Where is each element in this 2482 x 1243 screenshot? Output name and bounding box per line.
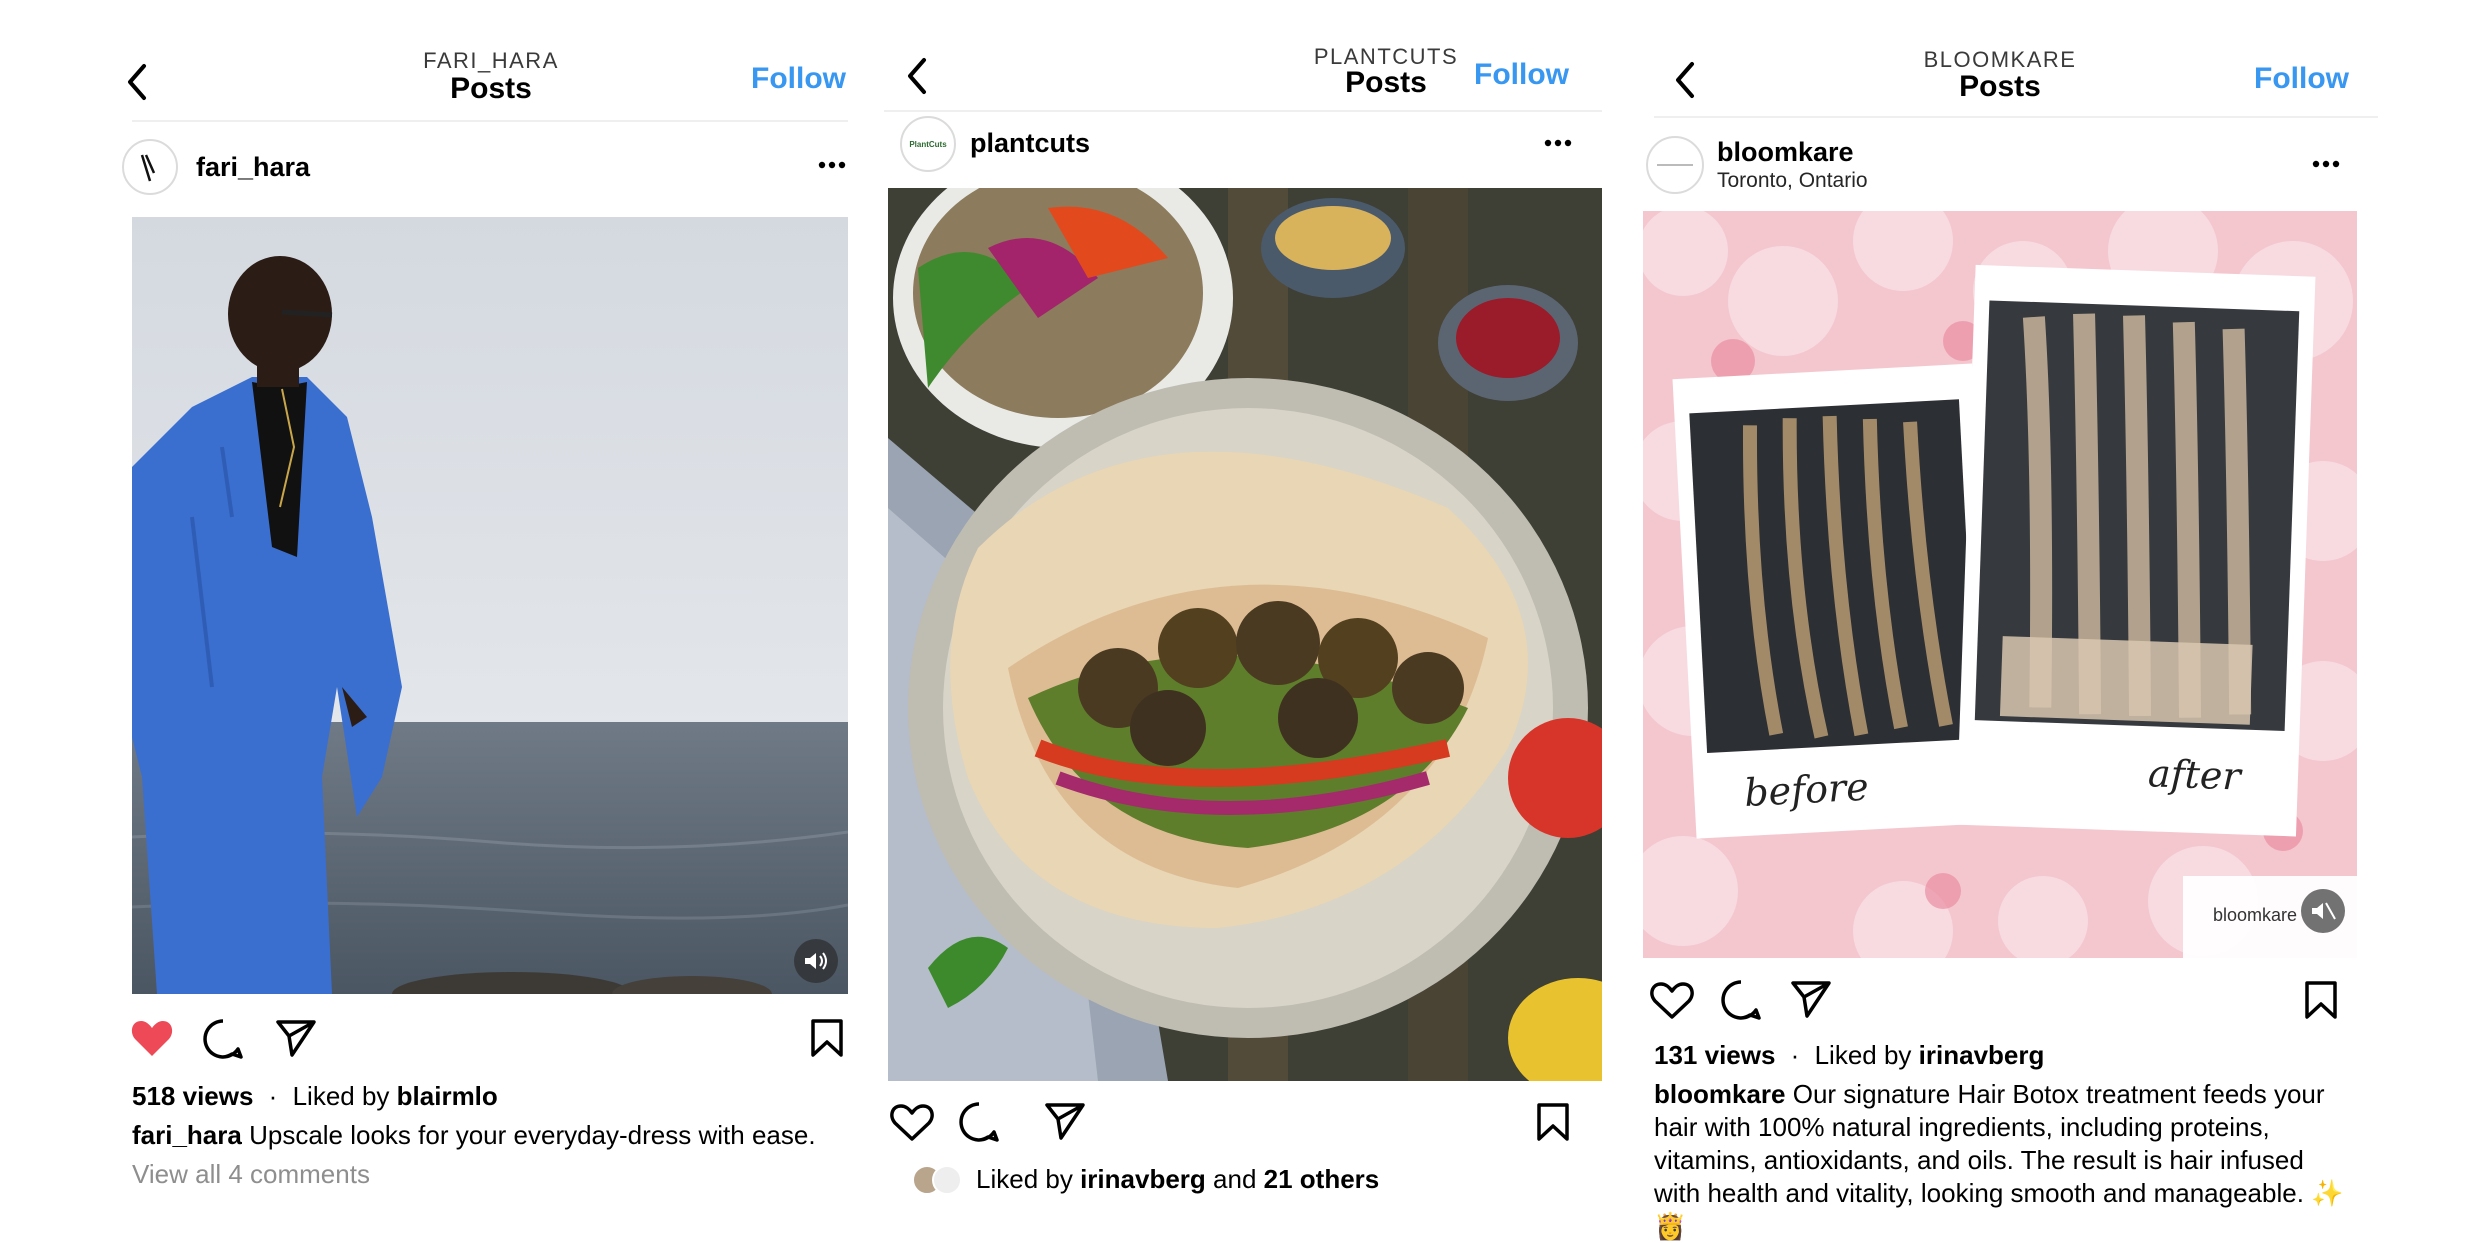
more-horizontal-icon[interactable] [818, 160, 846, 170]
avatar[interactable] [1646, 136, 1704, 194]
liked-by-and: and [1213, 1164, 1257, 1194]
views-count: 518 views [132, 1081, 254, 1111]
post-caption: fari_hara Upscale looks for your everyda… [132, 1119, 848, 1152]
avatar[interactable]: PlantCuts [900, 116, 956, 172]
post-video-frame: before after bloomkare [1643, 211, 2357, 958]
liked-by-avatars [912, 1165, 964, 1195]
mute-glyph [2312, 902, 2336, 920]
after-label: after [2147, 751, 2244, 798]
brand-logo-icon [1657, 164, 1693, 166]
liked-by-user[interactable]: blairmlo [397, 1081, 498, 1111]
follow-button[interactable]: Follow [751, 62, 846, 96]
liked-by-line: Liked by irinavberg and 21 others [976, 1164, 1379, 1195]
heart-icon[interactable] [130, 1018, 174, 1058]
mute-icon[interactable] [2301, 889, 2345, 933]
bookmark-icon[interactable] [2304, 980, 2338, 1020]
page-title: Posts [1959, 70, 2041, 103]
comment-icon[interactable] [202, 1018, 244, 1060]
liked-by-user[interactable]: irinavberg [1080, 1164, 1206, 1194]
post-location[interactable]: Toronto, Ontario [1717, 169, 1868, 193]
page-title: Posts [450, 72, 532, 105]
comment-icon[interactable] [1720, 979, 1762, 1021]
caption-username[interactable]: fari_hara [132, 1120, 242, 1150]
post-username[interactable]: fari_hara [196, 152, 310, 183]
heart-icon[interactable] [1650, 980, 1694, 1020]
bookmark-icon[interactable] [1536, 1102, 1570, 1142]
chevron-left-icon[interactable] [1672, 60, 1698, 100]
separator-dot: · [1790, 1040, 1800, 1070]
post-video[interactable]: before after bloomkare [1643, 211, 2357, 958]
views-liked-line: 131 views · Liked by irinavberg [1654, 1040, 2044, 1071]
post-panel-bloomkare: BLOOMKARE Posts Follow bloomkare Toronto… [1630, 0, 2482, 1241]
avatar [932, 1165, 962, 1195]
liked-by-user[interactable]: irinavberg [1919, 1040, 2045, 1070]
header-divider [132, 120, 848, 122]
falafel-photo [888, 188, 1602, 1081]
caption-text: Upscale looks for your everyday-dress wi… [249, 1120, 816, 1150]
volume-icon[interactable] [794, 939, 838, 983]
avatar[interactable] [122, 139, 178, 195]
liked-by-others[interactable]: 21 others [1264, 1164, 1380, 1194]
liked-by-label: Liked by [1814, 1040, 1912, 1070]
post-image[interactable] [888, 188, 1602, 1081]
header-account-name: FARI_HARA [423, 48, 559, 73]
more-horizontal-icon[interactable] [2312, 159, 2340, 169]
chevron-left-icon[interactable] [904, 56, 930, 96]
caption-username[interactable]: bloomkare [1654, 1079, 1786, 1109]
watermark-brand: bloomkare [2213, 905, 2297, 925]
post-username[interactable]: bloomkare [1717, 137, 1854, 168]
post-caption: bloomkare Our signature Hair Botox treat… [1654, 1078, 2354, 1243]
before-label: before [1743, 765, 1870, 815]
avatar-logo-text: PlantCuts [909, 139, 947, 149]
liked-by-label: Liked by [292, 1081, 390, 1111]
bookmark-icon[interactable] [810, 1018, 844, 1058]
liked-by-label: Liked by [976, 1164, 1073, 1194]
chevron-left-icon[interactable] [124, 62, 150, 102]
share-icon[interactable] [1044, 1101, 1086, 1141]
more-horizontal-icon[interactable] [1544, 138, 1572, 148]
share-icon[interactable] [275, 1018, 317, 1058]
comment-icon[interactable] [958, 1101, 1000, 1143]
post-username[interactable]: plantcuts [970, 128, 1090, 159]
post-video-frame [132, 217, 848, 994]
post-panel-fari-hara: FARI_HARA Posts Follow fari_hara 518 vie… [0, 0, 860, 1190]
views-count: 131 views [1654, 1040, 1776, 1070]
follow-button[interactable]: Follow [1474, 58, 1569, 92]
follow-button[interactable]: Follow [2254, 62, 2349, 96]
logo-icon [140, 154, 156, 182]
view-comments-link[interactable]: View all 4 comments [132, 1159, 370, 1190]
heart-icon[interactable] [890, 1102, 934, 1142]
header-divider [1654, 116, 2378, 118]
volume-glyph [805, 952, 827, 970]
post-video[interactable] [132, 217, 848, 994]
post-panel-plantcuts: PLANTCUTS Posts Follow PlantCuts plantcu… [860, 0, 1630, 1195]
share-icon[interactable] [1790, 979, 1832, 1019]
header-divider [884, 110, 1602, 112]
views-liked-line: 518 views · Liked by blairmlo [132, 1081, 498, 1112]
separator-dot: · [268, 1081, 278, 1111]
